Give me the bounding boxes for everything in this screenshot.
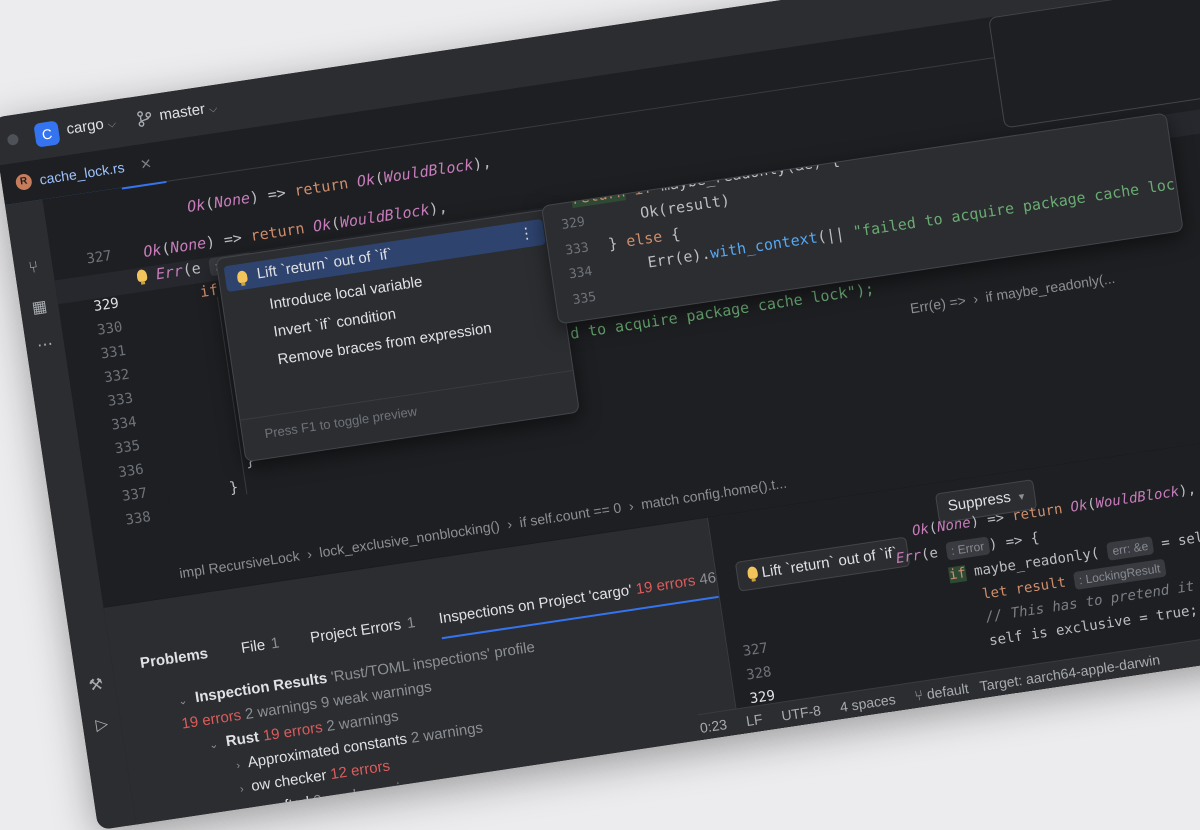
error-count: 12 errors <box>329 757 392 784</box>
tab-file[interactable]: File 1 <box>240 634 281 657</box>
line-number: 328 <box>745 663 773 684</box>
breadcrumb-item[interactable]: if self.count == 0 <box>518 499 622 530</box>
preview-line-number: 333 <box>564 240 590 259</box>
preview-line: } else { <box>607 224 682 254</box>
tab-project-errors[interactable]: Project Errors 1 <box>309 614 416 646</box>
tilted-ide-scene: C cargo ⌵ master ⌵ R cache_lock.rs ✕ ⑂ ▦ ⋯… <box>0 0 1200 830</box>
error-count: 19 errors <box>634 572 697 598</box>
chevron-down-icon: ⌄ <box>208 738 220 752</box>
lightbulb-icon <box>746 565 759 580</box>
close-icon[interactable]: ✕ <box>139 154 153 173</box>
project-name: cargo <box>65 115 105 139</box>
pull-requests-icon[interactable]: ⑂ <box>22 256 45 279</box>
line-separator[interactable]: LF <box>745 711 764 729</box>
more-options-icon[interactable]: ⋮ <box>517 220 536 248</box>
warning-count: 2 warnings <box>325 707 400 736</box>
preview-line-number: 334 <box>567 264 594 283</box>
node-detail: 'Rust/TOML inspections' profile <box>329 638 536 686</box>
problems-panel: Problems File 1 Project Errors 1 Inspectio… <box>103 423 1200 826</box>
tab-label: Project Errors <box>309 616 403 647</box>
line-number: 336 <box>117 461 145 482</box>
breadcrumb-item[interactable]: match config.home().t... <box>640 475 788 513</box>
chevron-down-icon: ⌵ <box>208 102 219 116</box>
project-selector[interactable]: cargo ⌵ <box>65 114 117 138</box>
chevron-down-icon: ▾ <box>1018 490 1026 504</box>
node-label: Rust <box>224 728 261 751</box>
line-number: 327 <box>741 640 770 660</box>
tab-count: 1 <box>269 634 281 653</box>
line-number: 332 <box>103 366 131 387</box>
intention-actions-popup: Lift `return` out of `if` ⋮ Introduce lo… <box>215 208 580 463</box>
more-icon[interactable]: ⋯ <box>34 333 57 356</box>
lightbulb-icon[interactable] <box>136 268 148 283</box>
line-number: 337 <box>120 485 149 505</box>
inline-breadcrumb: Err(e) => › if maybe_readonly(... <box>909 269 1117 317</box>
chevron-right-icon: › <box>239 783 245 796</box>
chevron-down-icon: ⌄ <box>177 694 189 708</box>
tab-label: cache_lock.rs <box>38 159 126 188</box>
ide-window: C cargo ⌵ master ⌵ R cache_lock.rs ✕ ⑂ ▦ ⋯… <box>0 0 1200 830</box>
breadcrumb-item[interactable]: impl RecursiveLock <box>178 547 300 581</box>
popup-footer-hint: Press F1 to toggle preview <box>263 403 418 442</box>
node-label: fted <box>283 793 311 815</box>
lightbulb-icon <box>236 270 249 284</box>
line-number: 331 <box>99 342 128 363</box>
error-count: 19 errors <box>180 706 243 733</box>
branch-status[interactable]: default <box>926 680 970 702</box>
preview-line-number: 329 <box>560 214 586 233</box>
tab-label: File <box>239 636 267 657</box>
window-control[interactable] <box>6 133 20 146</box>
chevron-down-icon: ⌵ <box>106 117 117 131</box>
line-number: 338 <box>124 509 152 529</box>
tab-inspections[interactable]: Inspections on Project 'cargo' 19 errors… <box>437 565 743 640</box>
line-number: 334 <box>110 414 138 434</box>
git-branch-icon: ⑂ <box>913 686 925 704</box>
tab-count: 1 <box>405 614 417 633</box>
code-line: } <box>227 477 240 497</box>
git-branch-icon <box>137 111 152 127</box>
indent-setting[interactable]: 4 spaces <box>839 691 897 715</box>
quick-fix-button[interactable]: Lift `return` out of `if` <box>734 536 911 592</box>
file-encoding[interactable]: UTF-8 <box>780 702 822 724</box>
param-hint: err: &e <box>1106 536 1155 561</box>
build-icon[interactable]: ⚒ <box>85 673 108 696</box>
panel-title: Problems <box>139 645 210 672</box>
node-label: ow checker <box>250 766 328 795</box>
type-hint: : Error <box>944 536 991 561</box>
chevron-right-icon: › <box>235 759 241 772</box>
line-number: 327 <box>85 247 113 268</box>
code-fragment: self.lock_s <box>1176 519 1200 550</box>
button-label: Lift `return` out of `if` <box>760 544 899 582</box>
structure-icon[interactable]: ▦ <box>28 296 51 319</box>
rust-file-icon: R <box>14 172 33 192</box>
run-icon[interactable]: ▷ <box>90 713 113 736</box>
cursor-position[interactable]: 0:23 <box>699 716 728 736</box>
preview-line-number: 335 <box>571 289 598 309</box>
branch-selector[interactable]: master ⌵ <box>158 99 219 125</box>
error-count: 19 errors <box>261 718 324 745</box>
line-number: 330 <box>96 319 124 339</box>
tab-label: Inspections on Project 'cargo' <box>437 581 634 628</box>
line-number: 335 <box>113 437 142 458</box>
line-number: 333 <box>106 390 135 410</box>
project-badge: C <box>33 120 61 148</box>
preview-overlay-frame <box>988 0 1200 129</box>
warning-count: 2 warnings <box>409 719 485 747</box>
branch-name: master <box>158 100 207 125</box>
